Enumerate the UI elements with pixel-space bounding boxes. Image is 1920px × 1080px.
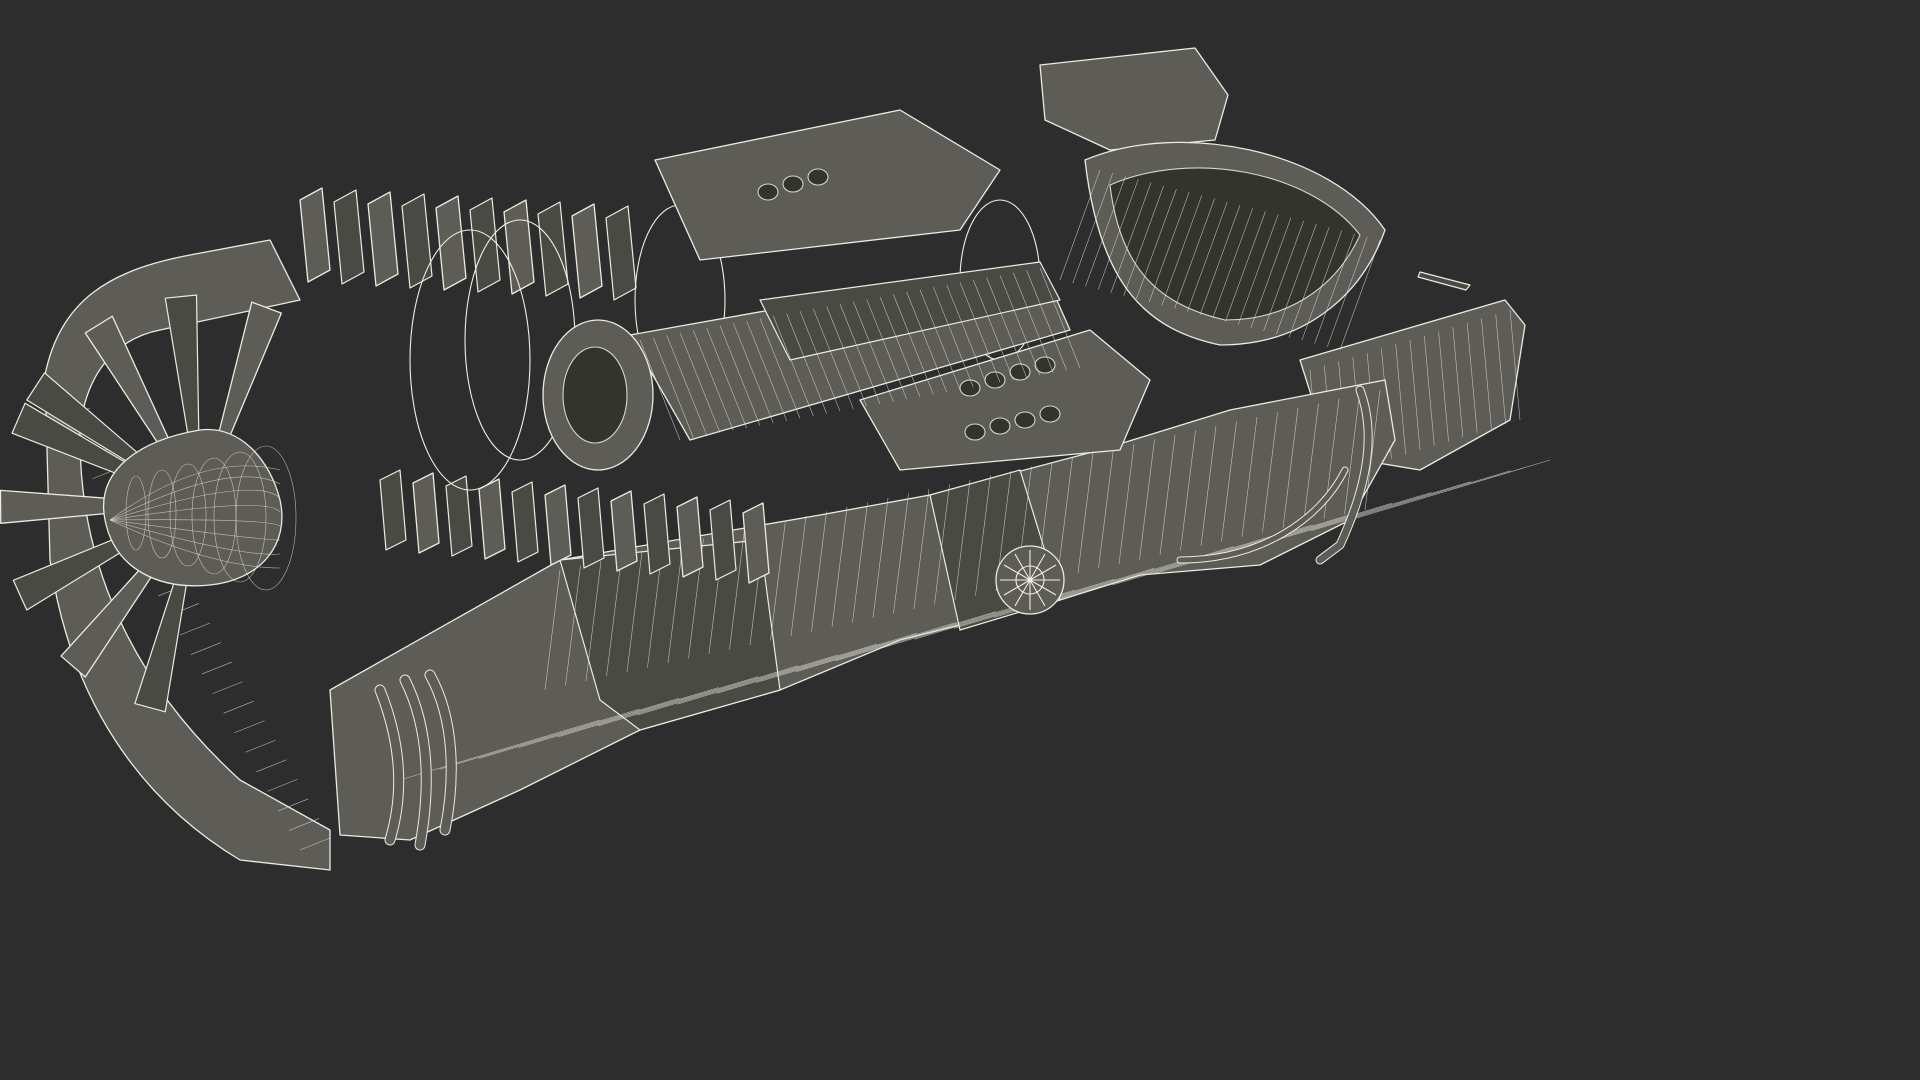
burner-hole [984, 371, 1006, 389]
inspection-port [995, 545, 1065, 615]
compressor-stage [435, 195, 467, 291]
burner-hole [782, 175, 804, 193]
compressor-stage [333, 189, 365, 285]
compressor-stage [571, 203, 603, 299]
burner-hole [1039, 405, 1061, 423]
compressor-stage [511, 481, 539, 563]
compressor-stage [401, 193, 433, 289]
burner-hole [1009, 363, 1031, 381]
jet-engine-wireframe-render [0, 47, 1551, 871]
compressor-stage [469, 197, 501, 293]
compressor-stage [605, 205, 637, 301]
compressor-stage [412, 472, 440, 554]
compressor-stage [379, 469, 407, 551]
burner-hole [989, 417, 1011, 435]
burner-hole [1014, 411, 1036, 429]
compressor-stage [478, 478, 506, 560]
burner-hole [959, 379, 981, 397]
compressor-stage [537, 201, 569, 297]
compressor-stage [367, 191, 399, 287]
burner-hole [757, 183, 779, 201]
compressor-stage [299, 187, 331, 283]
compressor-stage [503, 199, 535, 295]
compressor-stage [544, 484, 572, 566]
burner-hole [964, 423, 986, 441]
burner-hole [807, 168, 829, 186]
